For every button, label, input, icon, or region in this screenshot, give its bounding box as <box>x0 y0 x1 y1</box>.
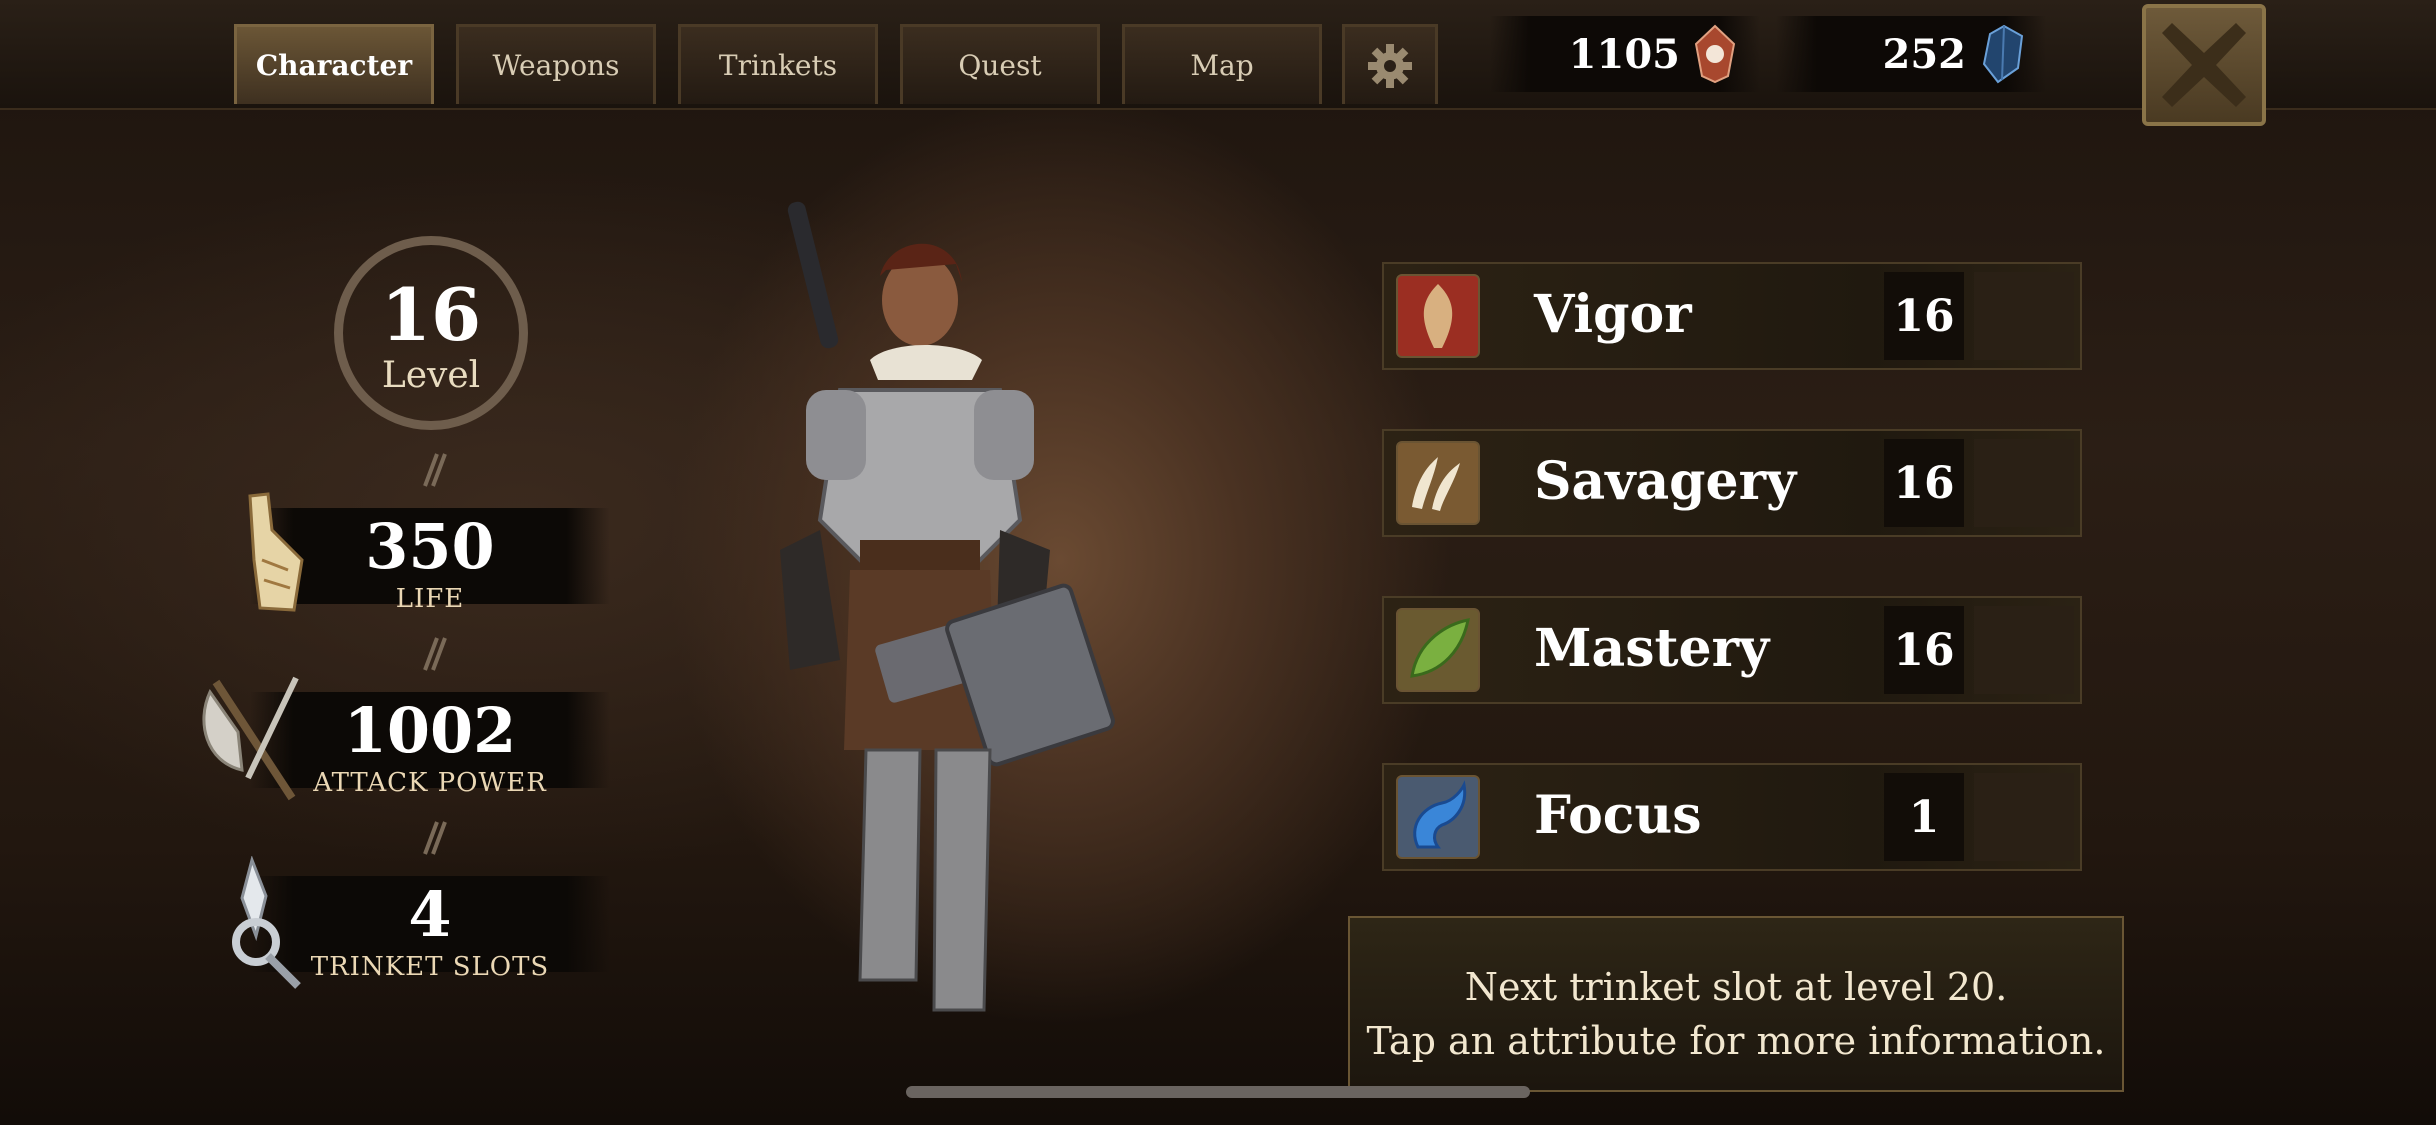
tab-weapons[interactable]: Weapons <box>456 24 656 104</box>
attribute-name: Savagery <box>1534 451 1797 512</box>
tab-trinkets[interactable]: Trinkets <box>678 24 878 104</box>
character-model <box>780 201 1115 1012</box>
axe-icon <box>202 676 299 801</box>
attribute-value: 16 <box>1884 439 1964 527</box>
vigor-icon <box>1396 274 1480 358</box>
settings-button[interactable] <box>1342 24 1438 104</box>
level-badge: 16 Level <box>334 236 528 430</box>
attribute-value: 1 <box>1884 773 1964 861</box>
soul-currency-value: 1105 <box>1568 30 1680 78</box>
close-button[interactable] <box>2142 4 2266 126</box>
attribute-end-cap <box>1974 773 2074 861</box>
crystal-currency-value: 252 <box>1882 30 1967 78</box>
info-panel: Next trinket slot at level 20. Tap an at… <box>1348 916 2124 1092</box>
attribute-value: 16 <box>1884 606 1964 694</box>
info-line-trinket: Next trinket slot at level 20. <box>1464 965 2008 1009</box>
leaf-icon <box>1396 608 1480 692</box>
scroll-icon <box>248 492 304 612</box>
top-bar: Character Weapons Trinkets Quest Map 110… <box>0 0 2436 110</box>
gear-icon <box>1368 43 1412 88</box>
attribute-end-cap <box>1974 272 2074 360</box>
info-line-hint: Tap an attribute for more information. <box>1366 1019 2106 1063</box>
attribute-name: Focus <box>1534 785 1702 846</box>
soul-gem-icon <box>1694 24 1736 84</box>
attribute-vigor[interactable]: Vigor 16 <box>1382 262 2082 370</box>
attribute-value: 16 <box>1884 272 1964 360</box>
tab-map[interactable]: Map <box>1122 24 1322 104</box>
attribute-name: Vigor <box>1534 284 1692 345</box>
attribute-focus[interactable]: Focus 1 <box>1382 763 2082 871</box>
attribute-savagery[interactable]: Savagery 16 <box>1382 429 2082 537</box>
amulet-icon <box>232 856 301 989</box>
blue-crystal-icon <box>1982 24 2024 84</box>
tab-quest[interactable]: Quest <box>900 24 1100 104</box>
close-icon <box>2162 23 2246 107</box>
attribute-mastery[interactable]: Mastery 16 <box>1382 596 2082 704</box>
level-label: Level <box>381 355 481 396</box>
level-value: 16 <box>380 272 482 357</box>
attribute-end-cap <box>1974 439 2074 527</box>
attribute-name: Mastery <box>1534 618 1770 679</box>
claw-icon <box>1396 441 1480 525</box>
tab-character[interactable]: Character <box>234 24 434 104</box>
attribute-end-cap <box>1974 606 2074 694</box>
home-indicator[interactable] <box>906 1086 1530 1098</box>
divider-slash-icon <box>423 637 447 671</box>
crystal-currency: 252 <box>1776 16 2046 92</box>
divider-slash-icon <box>423 453 447 487</box>
soul-currency: 1105 <box>1490 16 1760 92</box>
divider-slash-icon <box>423 821 447 855</box>
blue-dragon-icon <box>1396 775 1480 859</box>
